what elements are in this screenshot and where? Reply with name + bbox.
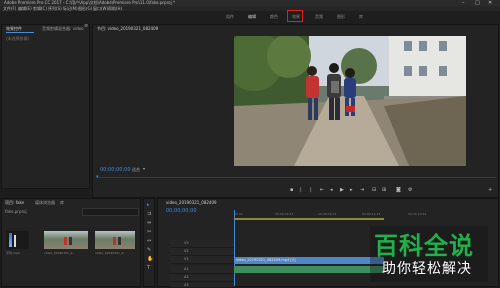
audio-clip[interactable]	[234, 266, 384, 273]
step-back-icon[interactable]: ◂	[330, 187, 333, 193]
add-button-icon[interactable]: +	[488, 187, 492, 193]
watermark-title: 百科全说	[374, 232, 474, 260]
fit-dropdown[interactable]: 适合	[132, 167, 140, 173]
lift-icon[interactable]: ⊟	[372, 187, 376, 193]
tab-project[interactable]: 项目: fake	[5, 200, 24, 206]
go-to-in-icon[interactable]: ⇤	[320, 187, 324, 193]
track-label-a1: A1	[184, 267, 189, 271]
tools-panel: ▸ ⇉ ⇹ ✂ ↔ ✎ ✋ T	[143, 198, 155, 287]
play-icon[interactable]: ▶	[340, 187, 344, 193]
track-label-a2: A2	[184, 275, 189, 279]
project-item-label-1: video_20190321_0...	[44, 251, 76, 255]
tab-audio[interactable]: 音频	[315, 14, 323, 20]
track-select-tool-icon[interactable]: ⇉	[147, 212, 151, 217]
mark-out-icon[interactable]: |	[310, 187, 312, 193]
video-frame	[234, 36, 466, 166]
ruler-tick-0: 00;00	[234, 212, 243, 216]
timeline-playhead[interactable]	[234, 210, 235, 286]
tab-audio-clip-mixer[interactable]: 音频剪辑混合器: video	[42, 26, 84, 32]
timeline-timecode[interactable]: 00;00;00;00	[166, 208, 197, 214]
marker-icon[interactable]: ▪	[290, 187, 293, 193]
tab-media-browser[interactable]: 媒体浏览器	[35, 200, 55, 206]
work-area-bar[interactable]	[234, 218, 384, 220]
project-item-label-sequence: 序列.mp4	[6, 251, 20, 255]
track-v1[interactable]: V1	[170, 256, 234, 264]
program-timecode[interactable]: 00;00;00;00	[100, 167, 131, 173]
hand-tool-icon[interactable]: ✋	[147, 257, 153, 262]
video-clip[interactable]: video_20190321_082409.mp4 [V]	[234, 257, 384, 264]
track-label-v2: V2	[184, 249, 189, 253]
ruler-tick-1: 00;00;04;23	[275, 212, 294, 216]
tab-color[interactable]: 颜色	[270, 14, 278, 20]
project-item-thumbnail-sequence[interactable]	[6, 231, 29, 249]
tab-editing[interactable]: 编辑	[248, 14, 256, 20]
track-a2[interactable]: A2	[170, 274, 234, 282]
tab-underline	[6, 32, 34, 33]
tab-graphics[interactable]: 图形	[337, 14, 345, 20]
ripple-edit-tool-icon[interactable]: ⇹	[147, 221, 151, 226]
track-a3[interactable]: A3	[170, 282, 234, 288]
watermark-subtitle: 助你轻松解决	[382, 261, 472, 277]
settings-icon[interactable]: ⚙	[408, 187, 412, 193]
project-search-input[interactable]	[82, 208, 139, 216]
project-item-label-2: video_20190321_0...	[95, 251, 127, 255]
track-a1[interactable]: A1	[170, 266, 234, 274]
tab-libraries-panel[interactable]: 库	[60, 200, 64, 206]
tab-assembly[interactable]: 组件	[226, 14, 234, 20]
thumb-person-4	[118, 237, 121, 245]
audio-level-bar	[9, 233, 12, 247]
extract-icon[interactable]: ⊞	[382, 187, 386, 193]
export-frame-icon[interactable]: ◙	[396, 187, 401, 193]
thumb-person-2	[69, 237, 72, 245]
no-clip-selected-text: (未选择剪辑)	[6, 36, 30, 41]
tab-libraries[interactable]: 库	[359, 14, 363, 20]
program-monitor-tab[interactable]: 节目: video_20190321_082409	[97, 26, 158, 32]
track-v3[interactable]: V3	[170, 240, 234, 248]
project-item-thumbnail-2[interactable]	[95, 231, 135, 249]
watermark-logo: 百科全说 助你轻松解决	[370, 226, 488, 282]
step-forward-icon[interactable]: ▸	[350, 187, 353, 193]
panel-menu-icon[interactable]: ≡	[84, 24, 88, 29]
mark-in-icon[interactable]: |	[300, 187, 302, 193]
audio-level-bar-2	[14, 235, 16, 247]
playhead-bar[interactable]	[96, 177, 496, 178]
ruler-tick-2: 00;00;09;23	[318, 212, 337, 216]
source-panel: 效果控件 音频剪辑混合器: video (未选择剪辑)	[1, 24, 90, 189]
track-v2[interactable]: V2	[170, 248, 234, 256]
timeline-tab[interactable]: video_20190321_082409	[166, 200, 217, 205]
playhead-marker-icon[interactable]: ▾	[96, 174, 99, 180]
pen-tool-icon[interactable]: ✎	[147, 248, 151, 253]
selection-tool-icon[interactable]: ▸	[147, 203, 150, 208]
highlight-box	[287, 10, 303, 22]
go-to-out-icon[interactable]: ⇥	[360, 187, 364, 193]
track-label-a3: A3	[184, 283, 189, 287]
project-item-thumbnail-1[interactable]	[44, 231, 88, 249]
ruler-tick-4: 00;00;19;23	[408, 212, 427, 216]
razor-tool-icon[interactable]: ✂	[147, 230, 151, 235]
thumb-person-3	[113, 237, 116, 245]
slip-tool-icon[interactable]: ↔	[147, 239, 151, 244]
track-label-v1: V1	[184, 257, 189, 261]
type-tool-icon[interactable]: T	[147, 266, 150, 271]
ruler-tick-3: 00;00;14;23	[362, 212, 381, 216]
fit-dropdown-chevron-icon[interactable]: ▾	[143, 166, 145, 171]
thumb-person-1	[64, 237, 67, 245]
project-filename: fake.prproj	[5, 209, 27, 214]
track-label-v3: V3	[184, 241, 189, 245]
